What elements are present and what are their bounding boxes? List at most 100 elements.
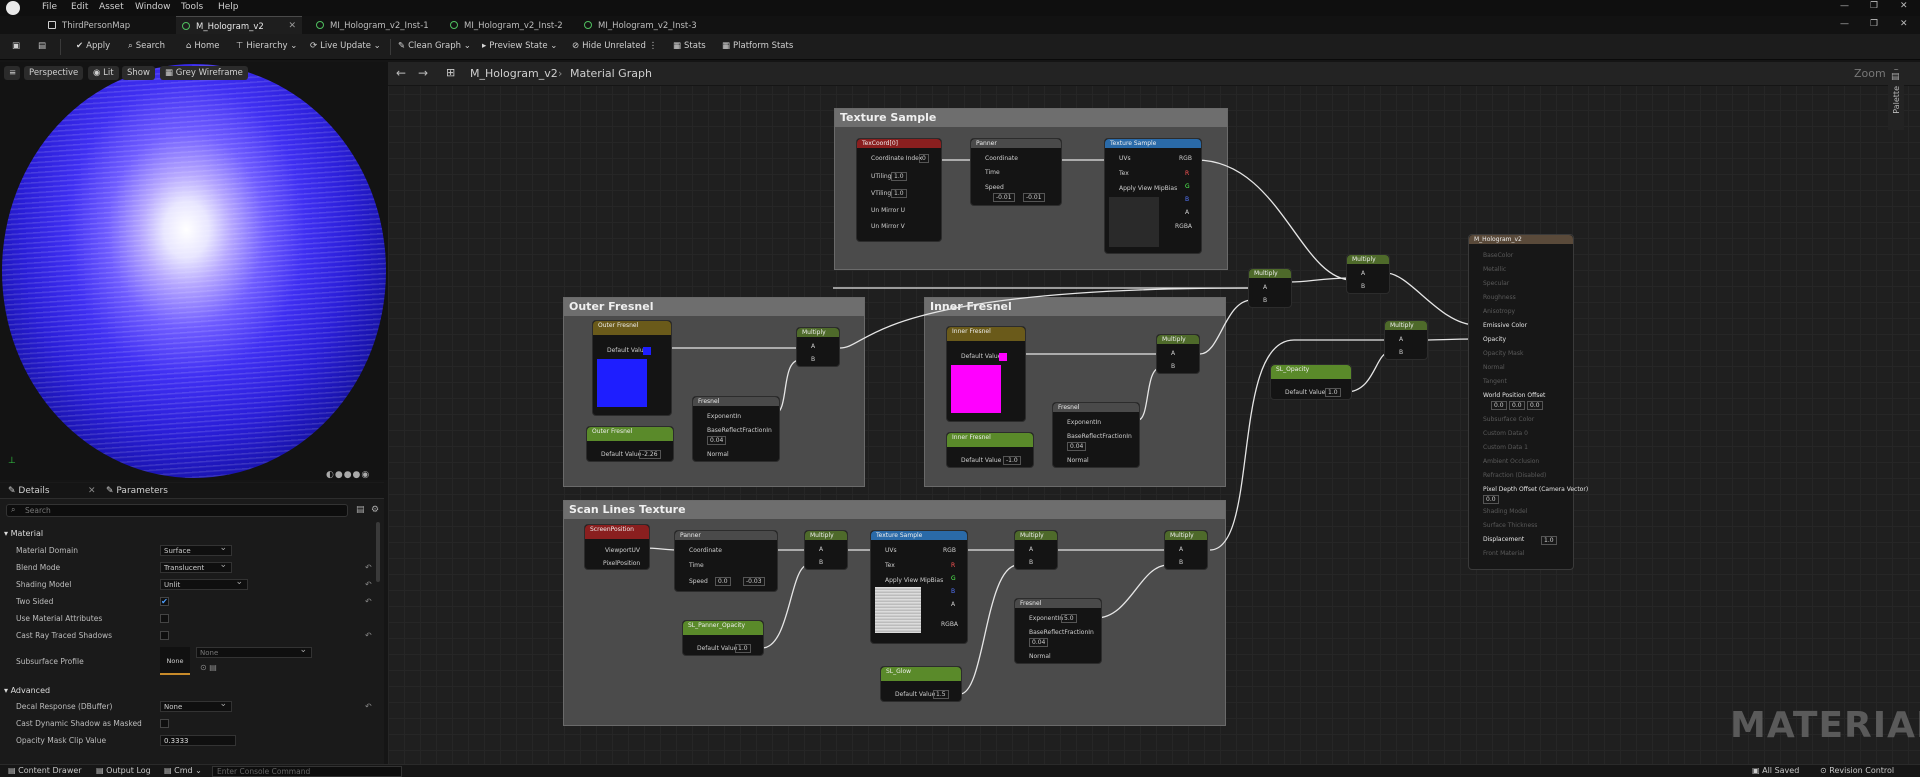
node-panner-1[interactable]: Panner Coordinate Time Speed -0.01 -0.01 (970, 138, 1062, 206)
result-pin: Pixel Depth Offset (Camera Vector) (1483, 486, 1589, 493)
pin-label: Default Value (607, 347, 648, 354)
node-texture-sample-2[interactable]: Texture Sample UVs Tex Apply View MipBia… (870, 530, 968, 644)
node-multiply-3[interactable]: Multiply A B (1248, 268, 1292, 308)
node-fresnel-1[interactable]: Fresnel ExponentIn BaseReflectFractionIn… (692, 396, 780, 462)
wire (1385, 272, 1477, 326)
node-multiply-5[interactable]: Multiply A B (1384, 320, 1428, 360)
wpo-value[interactable]: 0.0 (1509, 401, 1525, 410)
pin-label: Coordinate (689, 547, 722, 554)
pin-label: R (951, 562, 956, 569)
node-sl-opacity[interactable]: SL_Opacity Default Value 1.0 (1270, 364, 1352, 400)
color-swatch[interactable] (643, 347, 651, 355)
pin-label: ExponentIn (1067, 419, 1102, 426)
output-log-button[interactable]: ▤ Output Log (96, 766, 151, 775)
node-outer-fresnel-scalar[interactable]: Outer Fresnel Default Value -2.26 (586, 426, 674, 462)
pin-label: UTiling (871, 173, 892, 180)
pin-label: Tex (885, 562, 895, 569)
result-pin: Subsurface Color (1483, 416, 1535, 423)
node-sl-glow[interactable]: SL_Glow Default Value 1.5 (880, 666, 962, 702)
color-swatch[interactable] (999, 353, 1007, 361)
node-multiply-4[interactable]: Multiply A B (1346, 254, 1390, 294)
cmd-button[interactable]: ▤ Cmd ⌄ (164, 766, 202, 775)
displacement-value[interactable]: 1.0 (1541, 536, 1557, 545)
node-material-result[interactable]: M_Hologram_v2 BaseColor Metallic Specular R… (1468, 234, 1588, 570)
node-inner-fresnel-vector[interactable]: Inner Fresnel Default Value (946, 326, 1026, 422)
output-log-icon: ▤ (96, 766, 107, 775)
node-texture-sample-1[interactable]: Texture Sample UVs Tex Apply View MipBia… (1104, 138, 1202, 254)
pin-label: Default Value (961, 353, 1002, 360)
pin-value[interactable]: 0.0 (715, 577, 731, 586)
node-multiply-8[interactable]: Multiply A B (1164, 530, 1208, 570)
pin-value[interactable]: 0.04 (1067, 442, 1087, 451)
pin-label: BaseReflectFractionIn (1029, 629, 1094, 636)
wire (1137, 367, 1161, 421)
node-outer-fresnel-vector[interactable]: Outer Fresnel Default Value (592, 320, 672, 416)
pin-label: Default Value (601, 451, 642, 458)
node-title: SL_Glow (881, 667, 961, 681)
pin-value[interactable]: -0.03 (743, 577, 765, 586)
pdo-value[interactable]: 0.0 (1483, 495, 1499, 504)
pin-value[interactable]: -0.01 (1023, 193, 1045, 202)
revision-control-button[interactable]: ⊙ Revision Control (1820, 766, 1894, 775)
node-title: Multiply (1015, 531, 1057, 540)
pin-value[interactable]: 1.0 (891, 172, 907, 181)
pin-value[interactable]: 1.5 (933, 690, 949, 699)
status-bar: ▤ Content Drawer ▤ Output Log ▤ Cmd ⌄ En… (0, 764, 1920, 777)
all-saved-label: All Saved (1762, 766, 1800, 775)
pin-label: RGBA (941, 621, 959, 628)
pin-value[interactable]: 1.0 (891, 189, 907, 198)
pin-value[interactable]: -1.0 (1003, 456, 1021, 465)
node-multiply-1[interactable]: Multiply A B (796, 327, 840, 367)
pin-label: B (1171, 363, 1176, 370)
node-multiply-2[interactable]: Multiply A B (1156, 334, 1200, 374)
wpo-value[interactable]: 0.0 (1491, 401, 1507, 410)
pin-label: Default Value (961, 457, 1002, 464)
node-multiply-6[interactable]: Multiply A B (804, 530, 848, 570)
node-title: Multiply (805, 531, 847, 540)
pin-value[interactable]: 0.04 (707, 436, 727, 445)
pin-label: B (1361, 283, 1366, 290)
node-fresnel-2[interactable]: Fresnel ExponentIn BaseReflectFractionIn… (1052, 402, 1140, 468)
node-title: Multiply (1157, 335, 1199, 344)
pin-value[interactable]: -2.26 (639, 450, 661, 459)
console-input[interactable]: Enter Console Command (212, 766, 402, 777)
pin-label: A (1399, 336, 1404, 343)
node-screen-position[interactable]: ScreenPosition ViewportUV PixelPosition (584, 524, 650, 570)
content-drawer-button[interactable]: ▤ Content Drawer (8, 766, 82, 775)
node-texcoord[interactable]: TexCoord[0] Coordinate Index 0 UTiling 1… (856, 138, 942, 242)
node-title: ScreenPosition (585, 525, 649, 539)
node-multiply-7[interactable]: Multiply A B (1014, 530, 1058, 570)
wpo-value[interactable]: 0.0 (1527, 401, 1543, 410)
pin-value[interactable]: 5.0 (1061, 614, 1077, 623)
pin-label: Time (689, 562, 704, 569)
pin-label: A (1263, 284, 1268, 291)
pin-value[interactable]: 0.04 (1029, 638, 1049, 647)
node-title: Texture Sample (871, 531, 967, 540)
node-sl-panner-opacity[interactable]: SL_Panner_Opacity Default Value 1.0 (682, 620, 764, 656)
node-title: Fresnel (1015, 599, 1101, 608)
pin-label: Speed (985, 184, 1004, 191)
texture-thumbnail (1109, 197, 1159, 247)
node-fresnel-3[interactable]: Fresnel ExponentIn 5.0 BaseReflectFracti… (1014, 598, 1102, 664)
pin-value[interactable]: 1.0 (1325, 388, 1341, 397)
pin-value[interactable]: 0 (919, 154, 929, 163)
all-saved-button[interactable]: ▣ All Saved (1752, 766, 1799, 775)
pin-label: A (819, 546, 824, 553)
pin-label: UVs (1119, 155, 1131, 162)
node-panner-2[interactable]: Panner Coordinate Time Speed 0.0 -0.03 (674, 530, 778, 592)
pin-label: ViewportUV (605, 547, 641, 554)
result-pin: Custom Data 1 (1483, 444, 1528, 451)
pin-label: G (951, 575, 956, 582)
pin-label: RGB (1179, 155, 1192, 162)
pin-label: G (1185, 183, 1190, 190)
node-title: Inner Fresnel (947, 433, 1033, 447)
pin-value[interactable]: -0.01 (993, 193, 1015, 202)
color-preview (951, 365, 1001, 413)
result-pin: Refraction (Disabled) (1483, 472, 1547, 479)
pin-label: Un Mirror V (871, 223, 905, 230)
pin-label: Apply View MipBias (1119, 185, 1178, 192)
node-inner-fresnel-scalar[interactable]: Inner Fresnel Default Value -1.0 (946, 432, 1034, 468)
revision-control-icon: ⊙ (1820, 766, 1830, 775)
pin-label: PixelPosition (603, 560, 641, 567)
pin-value[interactable]: 1.0 (735, 644, 751, 653)
